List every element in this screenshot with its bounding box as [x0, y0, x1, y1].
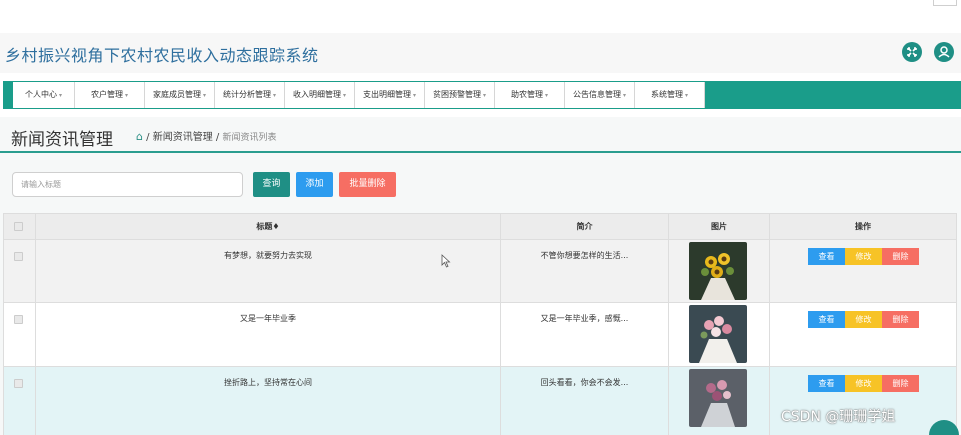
table-row[interactable]: 有梦想，就要努力去实现 不管你想要怎样的生活... 查看 修改 删除 [4, 240, 956, 303]
breadcrumb-separator: / [215, 132, 220, 143]
home-icon[interactable]: ⌂ [136, 130, 143, 143]
news-table: 标题♦ 简介 图片 操作 有梦想，就要努力去实现 不管你想要怎样的生活... 查… [3, 213, 957, 435]
add-button[interactable]: 添加 [296, 172, 333, 197]
watermark: CSDN @珊珊学姐 [781, 409, 896, 425]
image-cell [669, 303, 770, 366]
table-row[interactable]: 又是一年毕业季 又是一年毕业季，感慨... 查看 修改 删除 [4, 303, 956, 367]
nav-item-announcements[interactable]: 公告信息管理 ▾ [565, 82, 635, 108]
user-icon[interactable] [934, 42, 954, 62]
nav-item-farm-aid[interactable]: 助农管理 ▾ [495, 82, 565, 108]
window-corner-widget [933, 0, 957, 6]
edit-button[interactable]: 修改 [845, 311, 882, 328]
intro-cell: 不管你想要怎样的生活... [501, 240, 669, 302]
query-button[interactable]: 查询 [253, 172, 290, 197]
row-checkbox[interactable] [14, 315, 23, 324]
column-intro: 简介 [501, 214, 669, 239]
sort-icon[interactable]: ♦ [272, 222, 279, 231]
actions-cell: 查看 修改 删除 [770, 303, 956, 366]
nav-item-poverty-warning[interactable]: 贫困预警管理 ▾ [425, 82, 495, 108]
intro-cell: 又是一年毕业季，感慨... [501, 303, 669, 366]
page-title: 新闻资讯管理 [11, 130, 113, 150]
table-header: 标题♦ 简介 图片 操作 [4, 214, 956, 240]
edit-button[interactable]: 修改 [845, 375, 882, 392]
app-header: 乡村振兴视角下农村农民收入动态跟踪系统 [0, 33, 961, 73]
nav-item-farmer[interactable]: 农户管理 ▾ [75, 82, 145, 108]
nav-item-statistics[interactable]: 统计分析管理 ▾ [215, 82, 285, 108]
image-cell [669, 240, 770, 302]
actions-cell: 查看 修改 删除 [770, 240, 956, 302]
column-actions: 操作 [855, 222, 871, 231]
delete-button[interactable]: 删除 [882, 375, 919, 392]
view-button[interactable]: 查看 [808, 375, 845, 392]
main-nav: 个人中心 ▾ 农户管理 ▾ 家庭成员管理 ▾ 统计分析管理 ▾ 收入明细管理 ▾ 支出明细… [3, 81, 961, 109]
nav-item-expense[interactable]: 支出明细管理 ▾ [355, 82, 425, 108]
breadcrumb: ⌂ / 新闻资讯管理 / 新闻资讯列表 [136, 128, 277, 143]
batch-delete-button[interactable]: 批量删除 [339, 172, 396, 197]
row-checkbox[interactable] [14, 379, 23, 388]
app-title: 乡村振兴视角下农村农民收入动态跟踪系统 [5, 46, 319, 65]
row-select-cell [4, 240, 36, 302]
title-cell: 有梦想，就要努力去实现 [36, 240, 501, 302]
bouquet-thumbnail[interactable] [689, 369, 747, 427]
image-cell [669, 367, 770, 435]
row-select-cell [4, 303, 36, 366]
breadcrumb-level1[interactable]: 新闻资讯管理 [153, 132, 213, 143]
breadcrumb-separator: / [146, 132, 150, 143]
top-strip [0, 0, 961, 33]
nav-item-personal-center[interactable]: 个人中心 ▾ [13, 82, 75, 108]
content-section: 新闻资讯管理 ⌂ / 新闻资讯管理 / 新闻资讯列表 查询 添加 批量删除 标题… [0, 117, 961, 435]
header-divider [0, 151, 961, 153]
breadcrumb-current: 新闻资讯列表 [222, 133, 277, 143]
bouquet-thumbnail[interactable] [689, 242, 747, 300]
row-checkbox[interactable] [14, 252, 23, 261]
select-all-cell [4, 214, 36, 239]
nav-item-income[interactable]: 收入明细管理 ▾ [285, 82, 355, 108]
nav-item-system[interactable]: 系统管理 ▾ [635, 82, 705, 108]
mouse-cursor-icon [441, 254, 451, 268]
title-cell: 挫折路上，坚持常在心间 [36, 367, 501, 435]
bouquet-thumbnail[interactable] [689, 305, 747, 363]
column-title[interactable]: 标题♦ [36, 214, 501, 239]
title-cell: 又是一年毕业季 [36, 303, 501, 366]
row-select-cell [4, 367, 36, 435]
select-all-checkbox[interactable] [14, 222, 23, 231]
delete-button[interactable]: 删除 [882, 248, 919, 265]
search-input[interactable] [12, 172, 243, 197]
fullscreen-icon[interactable] [902, 42, 922, 62]
column-image: 图片 [669, 214, 770, 239]
intro-cell: 回头看看，你会不会发... [501, 367, 669, 435]
nav-item-family-members[interactable]: 家庭成员管理 ▾ [145, 82, 215, 108]
edit-button[interactable]: 修改 [845, 248, 882, 265]
view-button[interactable]: 查看 [808, 311, 845, 328]
delete-button[interactable]: 删除 [882, 311, 919, 328]
view-button[interactable]: 查看 [808, 248, 845, 265]
